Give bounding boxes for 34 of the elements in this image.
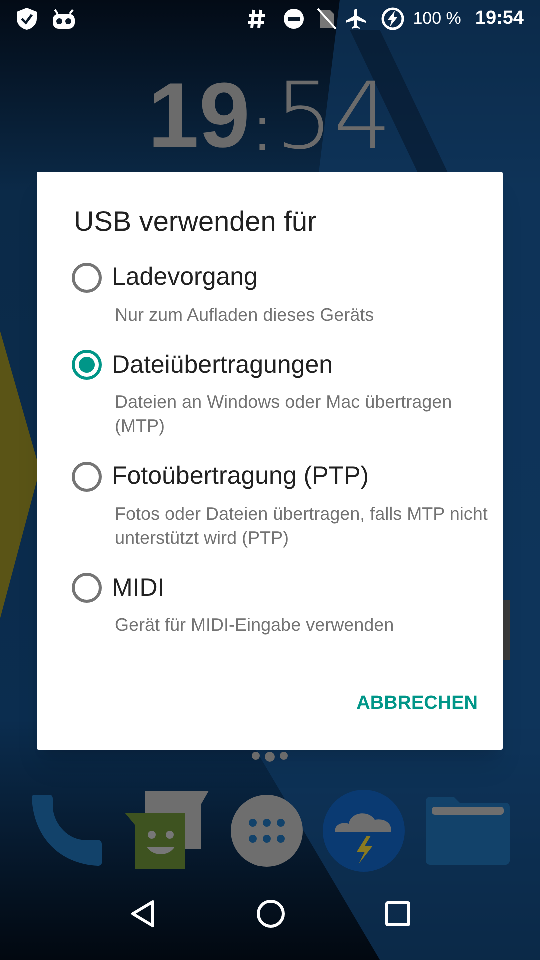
- page-indicator-icon: [250, 752, 290, 764]
- folder-icon: [426, 797, 510, 865]
- chat-smiley-icon: [124, 791, 211, 871]
- battery-charging-icon: [381, 7, 406, 31]
- do-not-disturb-icon: [283, 8, 306, 30]
- option-label[interactable]: Dateiübertragungen: [112, 346, 333, 384]
- dialog-title: USB verwenden für: [74, 205, 318, 239]
- radio-button[interactable]: [72, 262, 102, 293]
- weather-storm-icon: [323, 790, 406, 872]
- option-label[interactable]: MIDI: [112, 570, 165, 607]
- cancel-button[interactable]: ABBRECHEN: [344, 682, 490, 726]
- airplane-icon: [345, 8, 368, 30]
- radio-button[interactable]: [72, 350, 102, 380]
- option-description: Dateien an Windows oder Mac übertragen (MTP): [115, 391, 454, 438]
- phone-icon: [30, 794, 104, 868]
- battery-percentage: 100 %: [413, 8, 462, 30]
- clock-hours: 19: [148, 80, 250, 154]
- option-label[interactable]: Fotoübertragung (PTP): [112, 458, 370, 496]
- home-icon[interactable]: [256, 899, 286, 929]
- option-description: Gerät für MIDI-Eingabe verwenden: [115, 614, 396, 637]
- robot-face-icon: [52, 8, 76, 30]
- radio-button[interactable]: [72, 573, 102, 604]
- back-icon[interactable]: [129, 899, 158, 929]
- status-time: 19:54: [475, 6, 524, 31]
- radio-button[interactable]: [72, 462, 102, 492]
- clock-separator: :: [254, 106, 271, 154]
- clock-minutes: 54: [274, 80, 392, 154]
- no-sim-icon: [317, 8, 338, 30]
- option-description: Fotos oder Dateien übertragen, falls MTP nicht unterstützt wird (PTP): [115, 502, 489, 550]
- recents-icon[interactable]: [384, 901, 411, 927]
- option-description: Nur zum Aufladen dieses Geräts: [115, 304, 376, 326]
- shield-check-icon: [16, 7, 38, 31]
- option-label[interactable]: Ladevorgang: [112, 259, 258, 296]
- hash-icon: [247, 8, 268, 30]
